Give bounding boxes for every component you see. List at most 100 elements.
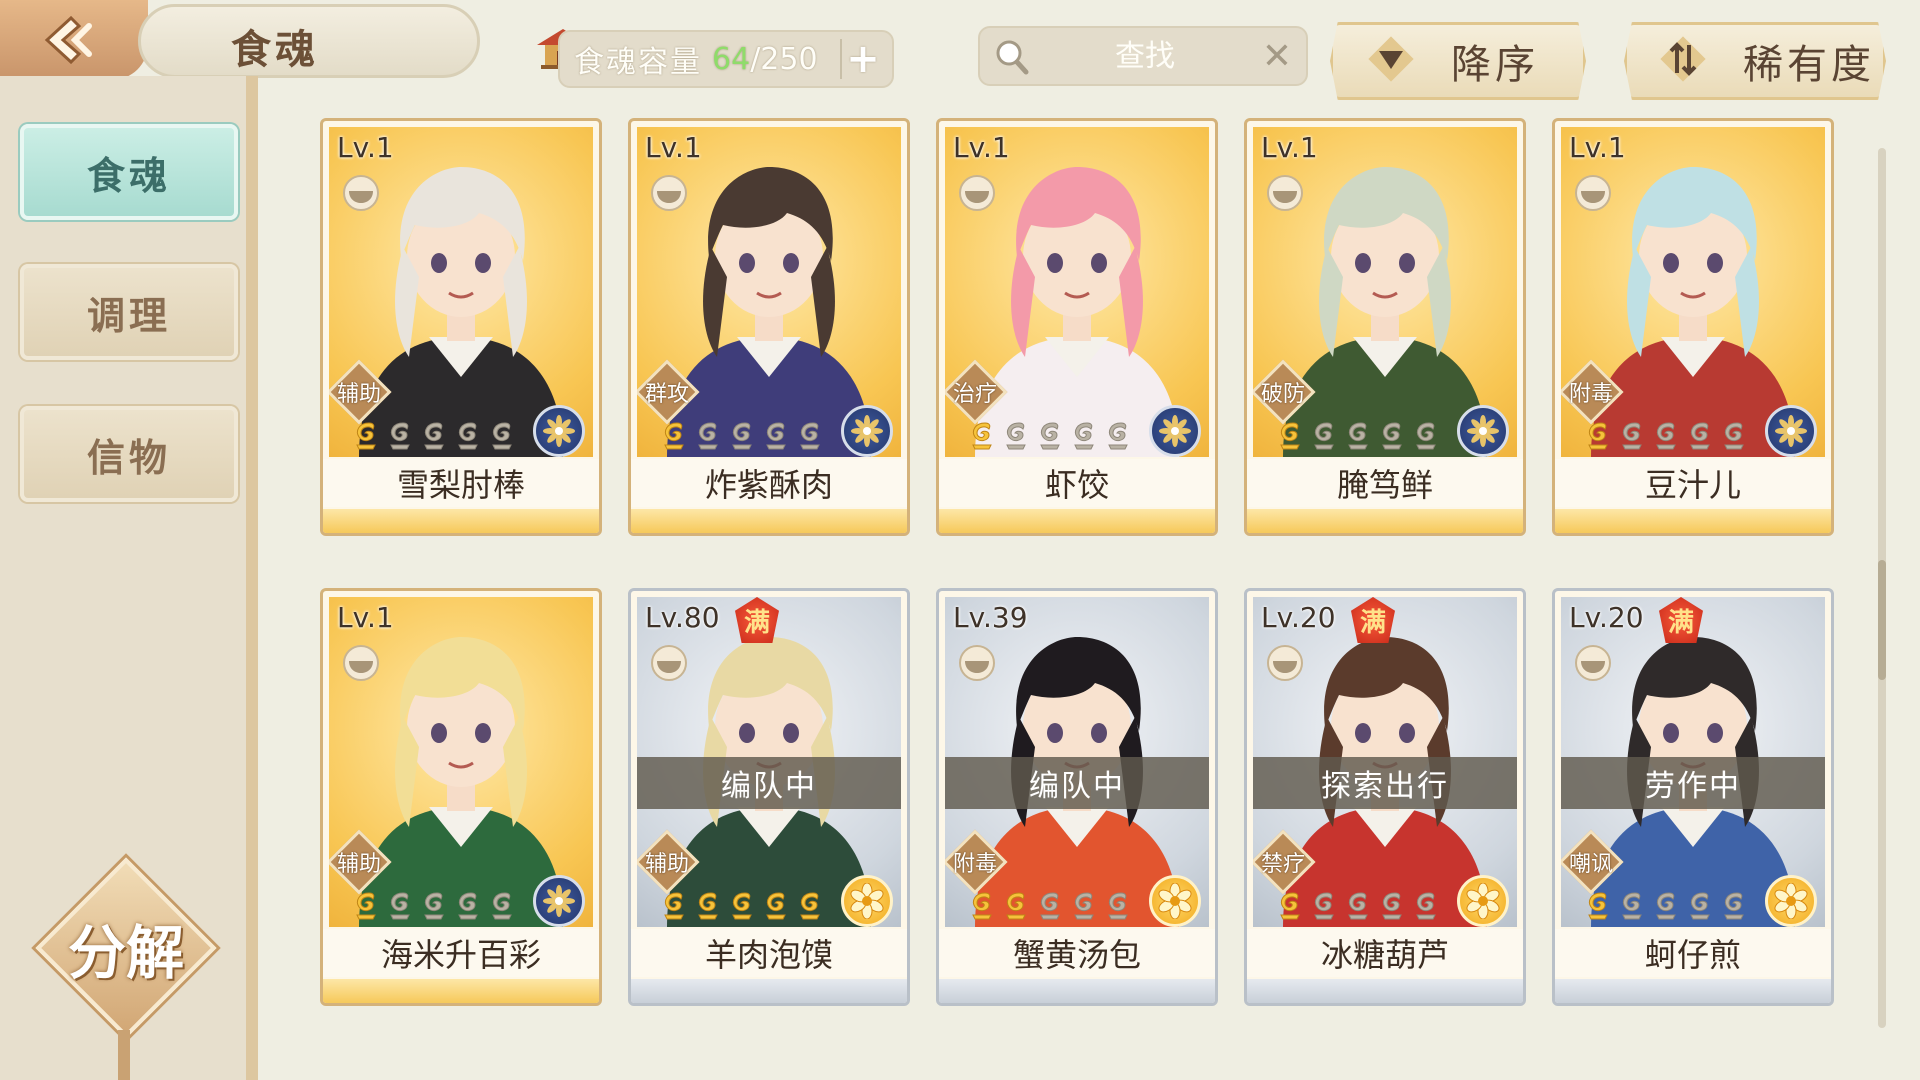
- food-soul-card[interactable]: Lv.1 破防 腌笃鲜: [1244, 118, 1526, 536]
- role-badge: 辅助: [637, 835, 697, 889]
- star-rating: [657, 889, 825, 923]
- food-soul-card[interactable]: Lv.1 附毒 豆汁儿: [1552, 118, 1834, 536]
- water-emblem-icon: [533, 405, 585, 457]
- search-icon: [996, 40, 1029, 75]
- star-rating: [1581, 419, 1749, 453]
- status-band: 编队中: [945, 757, 1209, 809]
- sort-key-button[interactable]: 稀有度: [1624, 22, 1886, 100]
- character-portrait: Lv.1 辅助: [329, 127, 593, 457]
- food-soul-card[interactable]: Lv.39 编队中 附毒 蟹黄汤包: [936, 588, 1218, 1006]
- sort-order-button[interactable]: 降序: [1330, 22, 1586, 100]
- food-soul-card[interactable]: Lv.20 满 劳作中 嘲讽 蚵仔煎: [1552, 588, 1834, 1006]
- star-rating: [1581, 889, 1749, 923]
- bowl-icon: [1575, 645, 1611, 681]
- title-plate: 食魂: [138, 4, 589, 78]
- food-soul-name: 豆汁儿: [1555, 459, 1831, 507]
- food-soul-name: 羊肉泡馍: [631, 929, 907, 977]
- bowl-icon: [343, 645, 379, 681]
- card-footer: [1555, 979, 1831, 1003]
- food-soul-card[interactable]: Lv.20 满 探索出行 禁疗 冰糖葫芦: [1244, 588, 1526, 1006]
- tassel-decoration: [118, 1030, 130, 1080]
- food-soul-name: 炸紫酥肉: [631, 459, 907, 507]
- sort-key-label: 稀有度: [1743, 42, 1875, 88]
- food-soul-name: 蟹黄汤包: [939, 929, 1215, 977]
- sort-arrows-icon: [1660, 36, 1706, 82]
- role-badge: 附毒: [1561, 365, 1621, 419]
- food-soul-card[interactable]: Lv.1 群攻 炸紫酥肉: [628, 118, 910, 536]
- role-label: 群攻: [644, 382, 689, 407]
- water-emblem-icon: [1457, 405, 1509, 457]
- star-rating: [1273, 889, 1441, 923]
- bowl-icon: [959, 175, 995, 211]
- card-footer: [631, 509, 907, 533]
- food-soul-name: 雪梨肘棒: [323, 459, 599, 507]
- card-footer: [1555, 509, 1831, 533]
- bowl-icon: [1267, 175, 1303, 211]
- status-band: 编队中: [637, 757, 901, 809]
- level-label: Lv.1: [1261, 131, 1318, 164]
- back-button[interactable]: [0, 0, 148, 80]
- level-label: Lv.1: [337, 131, 394, 164]
- role-label: 辅助: [644, 852, 689, 877]
- back-arrow-icon: [44, 15, 92, 65]
- character-portrait: Lv.20 满 探索出行 禁疗: [1253, 597, 1517, 927]
- food-soul-name: 海米升百彩: [323, 929, 599, 977]
- search-input[interactable]: [1040, 34, 1250, 78]
- character-portrait: Lv.20 满 劳作中 嘲讽: [1561, 597, 1825, 927]
- flower-emblem-icon: [1149, 875, 1201, 927]
- triangle-down-icon: [1368, 36, 1414, 82]
- role-badge: 治疗: [945, 365, 1005, 419]
- role-badge: 嘲讽: [1561, 835, 1621, 889]
- level-label: Lv.20: [1261, 601, 1336, 634]
- bowl-icon: [651, 645, 687, 681]
- food-soul-name: 虾饺: [939, 459, 1215, 507]
- food-soul-card[interactable]: Lv.1 辅助 海米升百彩: [320, 588, 602, 1006]
- status-band: 探索出行: [1253, 757, 1517, 809]
- food-soul-grid: Lv.1 辅助 雪梨肘棒 Lv.1 群攻 炸紫酥肉 Lv.1 治疗 虾饺 Lv.…: [320, 118, 1840, 1018]
- sidebar-tab-label: 信物: [86, 435, 171, 480]
- star-rating: [349, 889, 517, 923]
- star-rating: [965, 419, 1133, 453]
- card-footer: [939, 979, 1215, 1003]
- water-emblem-icon: [1765, 405, 1817, 457]
- card-footer: [631, 979, 907, 1003]
- capacity-display: 食魂容量 64 /250 +: [558, 30, 894, 88]
- decompose-button[interactable]: 分解: [35, 857, 217, 1039]
- food-soul-name: 腌笃鲜: [1247, 459, 1523, 507]
- capacity-max: /250: [750, 41, 818, 77]
- card-footer: [939, 509, 1215, 533]
- role-label: 嘲讽: [1568, 852, 1613, 877]
- sidebar-tab-tokens[interactable]: 信物: [20, 406, 238, 502]
- add-capacity-button[interactable]: +: [840, 36, 884, 82]
- character-portrait: Lv.39 编队中 附毒: [945, 597, 1209, 927]
- star-rating: [349, 419, 517, 453]
- sidebar-tab-food-souls[interactable]: 食魂: [20, 124, 238, 220]
- role-label: 附毒: [1568, 382, 1613, 407]
- character-portrait: Lv.1 破防: [1253, 127, 1517, 457]
- role-label: 辅助: [336, 852, 381, 877]
- bowl-icon: [1575, 175, 1611, 211]
- card-footer: [323, 509, 599, 533]
- scrollbar-thumb[interactable]: [1878, 560, 1886, 680]
- food-soul-card[interactable]: Lv.1 辅助 雪梨肘棒: [320, 118, 602, 536]
- capacity-current: 64: [712, 41, 751, 77]
- role-badge: 禁疗: [1253, 835, 1313, 889]
- sidebar-tab-conditioning[interactable]: 调理: [20, 264, 238, 360]
- role-label: 禁疗: [1260, 852, 1305, 877]
- food-soul-name: 蚵仔煎: [1555, 929, 1831, 977]
- food-soul-card[interactable]: Lv.80 满 编队中 辅助 羊肉泡馍: [628, 588, 910, 1006]
- character-portrait: Lv.80 满 编队中 辅助: [637, 597, 901, 927]
- sort-order-label: 降序: [1451, 42, 1539, 88]
- clear-search-icon[interactable]: ✕: [1262, 36, 1292, 77]
- food-soul-card[interactable]: Lv.1 治疗 虾饺: [936, 118, 1218, 536]
- role-badge: 附毒: [945, 835, 1005, 889]
- role-badge: 辅助: [329, 365, 389, 419]
- search-box[interactable]: ✕: [978, 26, 1308, 86]
- level-label: Lv.1: [337, 601, 394, 634]
- level-label: Lv.1: [953, 131, 1010, 164]
- character-portrait: Lv.1 辅助: [329, 597, 593, 927]
- role-badge: 辅助: [329, 835, 389, 889]
- flower-emblem-icon: [1765, 875, 1817, 927]
- top-bar: 食魂 食魂容量 64 /250 + ✕ 降序: [0, 0, 1920, 100]
- status-band: 劳作中: [1561, 757, 1825, 809]
